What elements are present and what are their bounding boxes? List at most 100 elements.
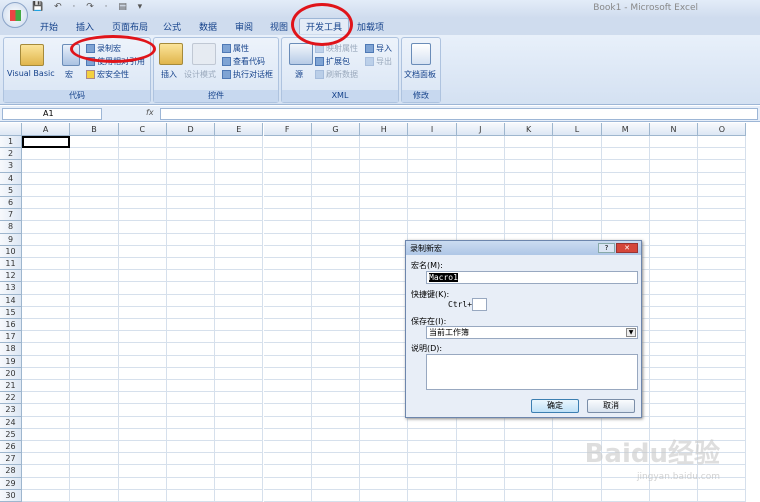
cell-A5[interactable] bbox=[22, 184, 71, 197]
cell-C24[interactable] bbox=[118, 416, 167, 429]
cell-A25[interactable] bbox=[22, 428, 71, 441]
cell-A16[interactable] bbox=[22, 319, 71, 332]
row-header-1[interactable]: 1 bbox=[0, 136, 22, 149]
cell-O4[interactable] bbox=[698, 172, 747, 185]
cell-B28[interactable] bbox=[70, 465, 119, 478]
cell-C6[interactable] bbox=[118, 197, 167, 210]
cell-B26[interactable] bbox=[70, 441, 119, 454]
cell-C14[interactable] bbox=[118, 294, 167, 307]
cell-F5[interactable] bbox=[263, 184, 312, 197]
cell-I4[interactable] bbox=[408, 172, 457, 185]
cell-C17[interactable] bbox=[118, 331, 167, 344]
cell-N20[interactable] bbox=[649, 367, 699, 380]
cell-I8[interactable] bbox=[408, 221, 457, 234]
cell-B18[interactable] bbox=[70, 343, 119, 356]
cell-H15[interactable] bbox=[360, 306, 409, 319]
cell-B11[interactable] bbox=[70, 258, 119, 271]
cell-D11[interactable] bbox=[166, 258, 216, 271]
cell-O16[interactable] bbox=[698, 319, 747, 332]
cell-H20[interactable] bbox=[360, 367, 409, 380]
cell-H29[interactable] bbox=[360, 477, 409, 490]
macro-name-input[interactable]: Macro1 bbox=[426, 271, 638, 284]
cell-J6[interactable] bbox=[456, 197, 505, 210]
cell-E27[interactable] bbox=[215, 453, 264, 466]
column-header-O[interactable]: O bbox=[698, 123, 747, 136]
row-header-4[interactable]: 4 bbox=[0, 172, 22, 185]
row-header-27[interactable]: 27 bbox=[0, 453, 22, 466]
cell-H3[interactable] bbox=[360, 160, 409, 173]
cell-A9[interactable] bbox=[22, 233, 71, 246]
cell-J28[interactable] bbox=[456, 465, 505, 478]
cell-E25[interactable] bbox=[215, 428, 264, 441]
cell-I26[interactable] bbox=[408, 441, 457, 454]
cell-N19[interactable] bbox=[649, 355, 699, 368]
row-header-26[interactable]: 26 bbox=[0, 441, 22, 454]
cell-G6[interactable] bbox=[311, 197, 361, 210]
cell-A28[interactable] bbox=[22, 465, 71, 478]
row-header-28[interactable]: 28 bbox=[0, 465, 22, 478]
cell-G10[interactable] bbox=[311, 245, 361, 258]
cell-H25[interactable] bbox=[360, 428, 409, 441]
cell-B22[interactable] bbox=[70, 392, 119, 405]
cell-H22[interactable] bbox=[360, 392, 409, 405]
cell-A26[interactable] bbox=[22, 441, 71, 454]
cell-B1[interactable] bbox=[70, 136, 119, 149]
cell-O7[interactable] bbox=[698, 209, 747, 222]
cell-J30[interactable] bbox=[456, 489, 505, 502]
cell-E23[interactable] bbox=[215, 404, 264, 417]
cell-E17[interactable] bbox=[215, 331, 264, 344]
cell-E15[interactable] bbox=[215, 306, 264, 319]
cell-G2[interactable] bbox=[311, 148, 361, 161]
cell-I24[interactable] bbox=[408, 416, 457, 429]
cell-D1[interactable] bbox=[166, 136, 216, 149]
cell-N4[interactable] bbox=[649, 172, 699, 185]
cell-E30[interactable] bbox=[215, 489, 264, 502]
cell-H7[interactable] bbox=[360, 209, 409, 222]
row-header-5[interactable]: 5 bbox=[0, 184, 22, 197]
cell-C5[interactable] bbox=[118, 184, 167, 197]
chevron-down-icon[interactable]: ▼ bbox=[626, 328, 636, 337]
close-button[interactable]: ✕ bbox=[616, 243, 638, 253]
cell-D6[interactable] bbox=[166, 197, 216, 210]
cell-G12[interactable] bbox=[311, 270, 361, 283]
cell-A17[interactable] bbox=[22, 331, 71, 344]
cell-M3[interactable] bbox=[601, 160, 650, 173]
cell-G5[interactable] bbox=[311, 184, 361, 197]
cell-I27[interactable] bbox=[408, 453, 457, 466]
tab-home[interactable]: 开始 bbox=[40, 20, 58, 33]
column-header-J[interactable]: J bbox=[456, 123, 505, 136]
cell-J24[interactable] bbox=[456, 416, 505, 429]
cell-A1[interactable] bbox=[22, 136, 71, 149]
cell-F24[interactable] bbox=[263, 416, 312, 429]
cell-G26[interactable] bbox=[311, 441, 361, 454]
cell-J25[interactable] bbox=[456, 428, 505, 441]
cell-B6[interactable] bbox=[70, 197, 119, 210]
run-dialog-button[interactable]: 执行对话框 bbox=[222, 69, 273, 80]
cell-F27[interactable] bbox=[263, 453, 312, 466]
tab-data[interactable]: 数据 bbox=[199, 20, 217, 33]
cell-C27[interactable] bbox=[118, 453, 167, 466]
cell-D18[interactable] bbox=[166, 343, 216, 356]
cell-A29[interactable] bbox=[22, 477, 71, 490]
cell-C20[interactable] bbox=[118, 367, 167, 380]
cell-D24[interactable] bbox=[166, 416, 216, 429]
cell-F19[interactable] bbox=[263, 355, 312, 368]
cell-J27[interactable] bbox=[456, 453, 505, 466]
cell-B23[interactable] bbox=[70, 404, 119, 417]
cell-B25[interactable] bbox=[70, 428, 119, 441]
cell-N17[interactable] bbox=[649, 331, 699, 344]
cell-L6[interactable] bbox=[553, 197, 602, 210]
cell-M1[interactable] bbox=[601, 136, 650, 149]
row-header-15[interactable]: 15 bbox=[0, 306, 22, 319]
cell-B27[interactable] bbox=[70, 453, 119, 466]
cell-A24[interactable] bbox=[22, 416, 71, 429]
cell-E24[interactable] bbox=[215, 416, 264, 429]
cell-B29[interactable] bbox=[70, 477, 119, 490]
column-header-F[interactable]: F bbox=[263, 123, 312, 136]
cell-A2[interactable] bbox=[22, 148, 71, 161]
cell-N7[interactable] bbox=[649, 209, 699, 222]
tab-addins[interactable]: 加载项 bbox=[357, 20, 384, 33]
row-header-8[interactable]: 8 bbox=[0, 221, 22, 234]
cell-K28[interactable] bbox=[505, 465, 554, 478]
cell-M8[interactable] bbox=[601, 221, 650, 234]
